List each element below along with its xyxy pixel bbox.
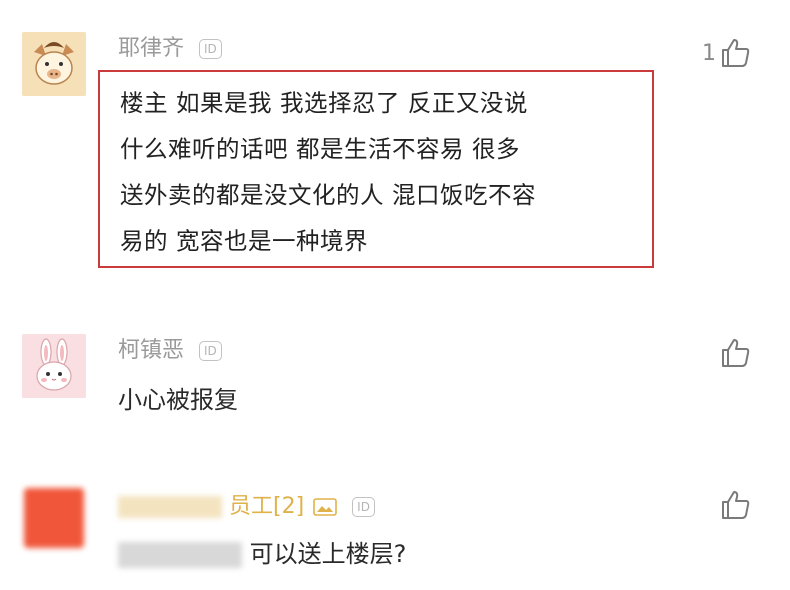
- like-button[interactable]: [718, 336, 752, 370]
- blurred-avatar-image: [24, 488, 84, 548]
- thumbs-up-icon: [722, 491, 750, 519]
- image-badge-icon: [313, 498, 337, 516]
- blurred-username: [118, 496, 222, 518]
- like-button[interactable]: [718, 488, 752, 522]
- thumbs-up-icon: [722, 339, 750, 367]
- comment-line-3: 送外卖的都是没文化的人 混口饭吃不容: [120, 181, 536, 209]
- comment-line-4: 易的 宽容也是一种境界: [120, 227, 368, 255]
- pig-avatar-icon: [22, 32, 86, 96]
- like-count: 1: [702, 40, 716, 66]
- id-badge: ID: [352, 497, 375, 517]
- comment-text-visible: 可以送上楼层?: [249, 540, 407, 568]
- highlighted-comment-box: 楼主 如果是我 我选择忍了 反正又没说 什么难听的话吧 都是生活不容易 很多 送…: [98, 70, 654, 268]
- comment-1: 耶律齐 ID 1 楼主 如果是我 我选择忍了 反正又没说 什么难听的话吧 都是生…: [0, 0, 790, 290]
- comment-line-1: 楼主 如果是我 我选择忍了 反正又没说: [120, 89, 528, 117]
- username-text[interactable]: 柯镇恶: [118, 338, 184, 363]
- blurred-text: [118, 542, 242, 568]
- username-text[interactable]: 员工[2]: [229, 494, 304, 519]
- comment-2: 柯镇恶 ID 小心被报复: [0, 320, 790, 450]
- id-badge: ID: [199, 39, 222, 59]
- thumbs-up-icon: [722, 39, 750, 67]
- avatar-pig[interactable]: [22, 32, 86, 96]
- rabbit-avatar-icon: [22, 334, 86, 398]
- username-3[interactable]: 员工[2] ID: [118, 496, 375, 518]
- username-2[interactable]: 柯镇恶 ID: [118, 340, 222, 362]
- username-1[interactable]: 耶律齐 ID: [118, 38, 222, 60]
- avatar-rabbit[interactable]: [22, 334, 86, 398]
- like-button[interactable]: 1: [702, 36, 752, 70]
- id-badge: ID: [199, 341, 222, 361]
- username-text[interactable]: 耶律齐: [118, 36, 184, 61]
- avatar-blurred[interactable]: [22, 486, 86, 550]
- comment-text: 可以送上楼层?: [118, 534, 406, 569]
- comment-3: 员工[2] ID 可以送上楼层?: [0, 470, 790, 590]
- comment-line-2: 什么难听的话吧 都是生活不容易 很多: [120, 135, 520, 163]
- comment-text: 小心被报复: [118, 386, 238, 414]
